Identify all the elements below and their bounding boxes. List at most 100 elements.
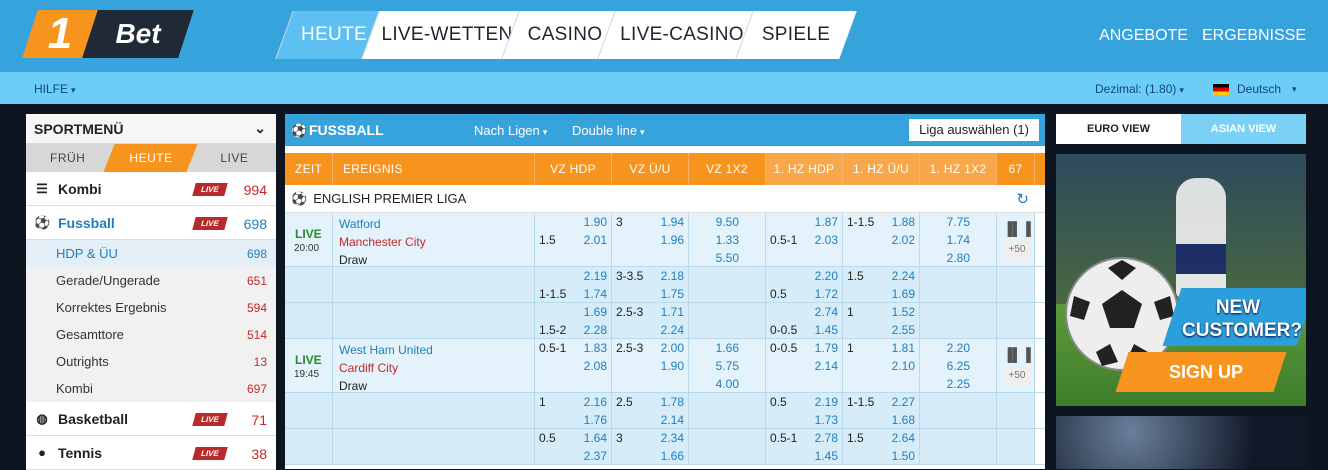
nav-live-wetten[interactable]: LIVE-WETTEN xyxy=(370,11,524,59)
odds-value[interactable]: 2.20 xyxy=(947,339,970,357)
odds-value[interactable]: 1.50 xyxy=(892,447,915,465)
odds-value[interactable]: 5.50 xyxy=(716,249,739,267)
brand-logo[interactable]: 1 Bet xyxy=(22,9,194,60)
col-hz-1x2[interactable]: 1. HZ 1X2 xyxy=(920,153,997,185)
odds-value[interactable]: 2.24 xyxy=(892,267,915,285)
sport-item-basketball[interactable]: ◍ Basketball LIVE 71 xyxy=(26,402,276,436)
odds-value[interactable]: 1.71 xyxy=(661,303,684,321)
odds-value[interactable]: 1.69 xyxy=(584,303,607,321)
odds-value[interactable]: 1.52 xyxy=(892,303,915,321)
tab-heute[interactable]: HEUTE xyxy=(109,144,192,172)
promo-banner-2[interactable] xyxy=(1056,416,1306,469)
odds-value[interactable]: 2.27 xyxy=(892,393,915,411)
sport-item-fussball[interactable]: ⚽ Fussball LIVE 698 xyxy=(26,206,276,240)
sport-item-kombi[interactable]: ☰ Kombi LIVE 994 xyxy=(26,172,276,206)
odds-value[interactable]: 1.45 xyxy=(815,447,838,465)
odds-value[interactable]: 1.68 xyxy=(892,411,915,429)
odds-value[interactable]: 1.69 xyxy=(892,285,915,303)
col-vz-ou[interactable]: VZ Ü/U xyxy=(612,153,689,185)
sort-dropdown[interactable]: Nach Ligen ▾ xyxy=(474,123,547,138)
odds-value[interactable]: 2.10 xyxy=(892,357,915,375)
home-team[interactable]: West Ham United xyxy=(339,341,528,359)
odds-value[interactable]: 1.33 xyxy=(716,231,739,249)
odds-value[interactable]: 2.55 xyxy=(892,321,915,339)
stats-icon[interactable]: ▐▌▐ xyxy=(1002,347,1032,362)
more-markets-button[interactable]: +50 xyxy=(1003,367,1031,385)
odds-value[interactable]: 2.01 xyxy=(584,231,607,249)
odds-value[interactable]: 2.80 xyxy=(947,249,970,267)
col-hz-ou[interactable]: 1. HZ Ü/U xyxy=(843,153,920,185)
odds-value[interactable]: 1.74 xyxy=(947,231,970,249)
refresh-icon[interactable]: ↻ xyxy=(1016,190,1029,208)
odds-value[interactable]: 2.78 xyxy=(815,429,838,447)
odds-value[interactable]: 2.02 xyxy=(892,231,915,249)
sport-item-tennis[interactable]: ● Tennis LIVE 38 xyxy=(26,436,276,470)
odds-format-dropdown[interactable]: Dezimal: (1.80) ▾ xyxy=(1095,82,1184,96)
sub-item-outrights[interactable]: Outrights 13 xyxy=(26,348,276,375)
odds-value[interactable]: 1.73 xyxy=(815,411,838,429)
promo-banner[interactable]: NEW CUSTOMER? SIGN UP xyxy=(1056,154,1306,406)
sub-item-gesamttore[interactable]: Gesamttore 514 xyxy=(26,321,276,348)
select-league-button[interactable]: Liga auswählen (1) xyxy=(909,119,1039,141)
odds-value[interactable]: 1.90 xyxy=(661,357,684,375)
odds-value[interactable]: 2.74 xyxy=(815,303,838,321)
odds-value[interactable]: 2.19 xyxy=(815,393,838,411)
odds-value[interactable]: 2.37 xyxy=(584,447,607,465)
home-team[interactable]: Watford xyxy=(339,215,528,233)
odds-value[interactable]: 2.24 xyxy=(661,321,684,339)
odds-value[interactable]: 1.90 xyxy=(584,213,607,231)
sub-item-gerade-ungerade[interactable]: Gerade/Ungerade 651 xyxy=(26,267,276,294)
odds-value[interactable]: 1.94 xyxy=(661,213,684,231)
odds-value[interactable]: 6.25 xyxy=(947,357,970,375)
odds-value[interactable]: 4.00 xyxy=(716,375,739,393)
ergebnisse-link[interactable]: ERGEBNISSE xyxy=(1202,27,1306,45)
angebote-link[interactable]: ANGEBOTE xyxy=(1099,27,1188,45)
col-vz-1x2[interactable]: VZ 1X2 xyxy=(689,153,766,185)
odds-value[interactable]: 2.34 xyxy=(661,429,684,447)
odds-value[interactable]: 1.96 xyxy=(661,231,684,249)
odds-value[interactable]: 9.50 xyxy=(716,213,739,231)
nav-spiele[interactable]: SPIELE xyxy=(744,11,848,59)
sub-item-korrektes-ergebnis[interactable]: Korrektes Ergebnis 594 xyxy=(26,294,276,321)
col-more-count[interactable]: 67 xyxy=(997,153,1035,185)
odds-value[interactable]: 2.25 xyxy=(947,375,970,393)
odds-value[interactable]: 1.75 xyxy=(661,285,684,303)
tab-asian-view[interactable]: ASIAN VIEW xyxy=(1181,114,1306,144)
odds-value[interactable]: 2.14 xyxy=(815,357,838,375)
sport-menu-title[interactable]: SPORTMENÜ ⌄ xyxy=(26,114,276,144)
away-team[interactable]: Manchester City xyxy=(339,233,528,251)
more-markets-button[interactable]: +50 xyxy=(1003,241,1031,259)
odds-value[interactable]: 1.81 xyxy=(892,339,915,357)
col-hz-hdp[interactable]: 1. HZ HDP xyxy=(766,153,843,185)
odds-value[interactable]: 1.64 xyxy=(584,429,607,447)
odds-value[interactable]: 1.45 xyxy=(815,321,838,339)
odds-value[interactable]: 2.19 xyxy=(584,267,607,285)
odds-value[interactable]: 2.14 xyxy=(661,411,684,429)
odds-value[interactable]: 1.76 xyxy=(584,411,607,429)
odds-value[interactable]: 7.75 xyxy=(947,213,970,231)
away-team[interactable]: Cardiff City xyxy=(339,359,528,377)
odds-value[interactable]: 2.20 xyxy=(815,267,838,285)
col-vz-hdp[interactable]: VZ HDP xyxy=(535,153,612,185)
odds-value[interactable]: 2.28 xyxy=(584,321,607,339)
nav-live-casino[interactable]: LIVE-CASINO xyxy=(606,11,758,59)
odds-value[interactable]: 1.72 xyxy=(815,285,838,303)
odds-value[interactable]: 1.66 xyxy=(661,447,684,465)
odds-value[interactable]: 2.08 xyxy=(584,357,607,375)
odds-value[interactable]: 2.16 xyxy=(584,393,607,411)
odds-value[interactable]: 1.87 xyxy=(815,213,838,231)
odds-value[interactable]: 1.66 xyxy=(716,339,739,357)
odds-value[interactable]: 2.18 xyxy=(661,267,684,285)
odds-value[interactable]: 2.64 xyxy=(892,429,915,447)
odds-value[interactable]: 1.83 xyxy=(584,339,607,357)
stats-icon[interactable]: ▐▌▐ xyxy=(1002,221,1032,236)
odds-value[interactable]: 2.00 xyxy=(661,339,684,357)
odds-value[interactable]: 1.78 xyxy=(661,393,684,411)
odds-value[interactable]: 2.03 xyxy=(815,231,838,249)
odds-value[interactable]: 5.75 xyxy=(716,357,739,375)
league-row[interactable]: ⚽ ENGLISH PREMIER LIGA ↻ xyxy=(285,185,1045,213)
tab-euro-view[interactable]: EURO VIEW xyxy=(1056,114,1181,144)
sub-item-hdp-uu[interactable]: HDP & ÜU 698 xyxy=(26,240,276,267)
language-dropdown[interactable]: Deutsch ▾ xyxy=(1213,82,1297,96)
sub-item-kombi[interactable]: Kombi 697 xyxy=(26,375,276,402)
